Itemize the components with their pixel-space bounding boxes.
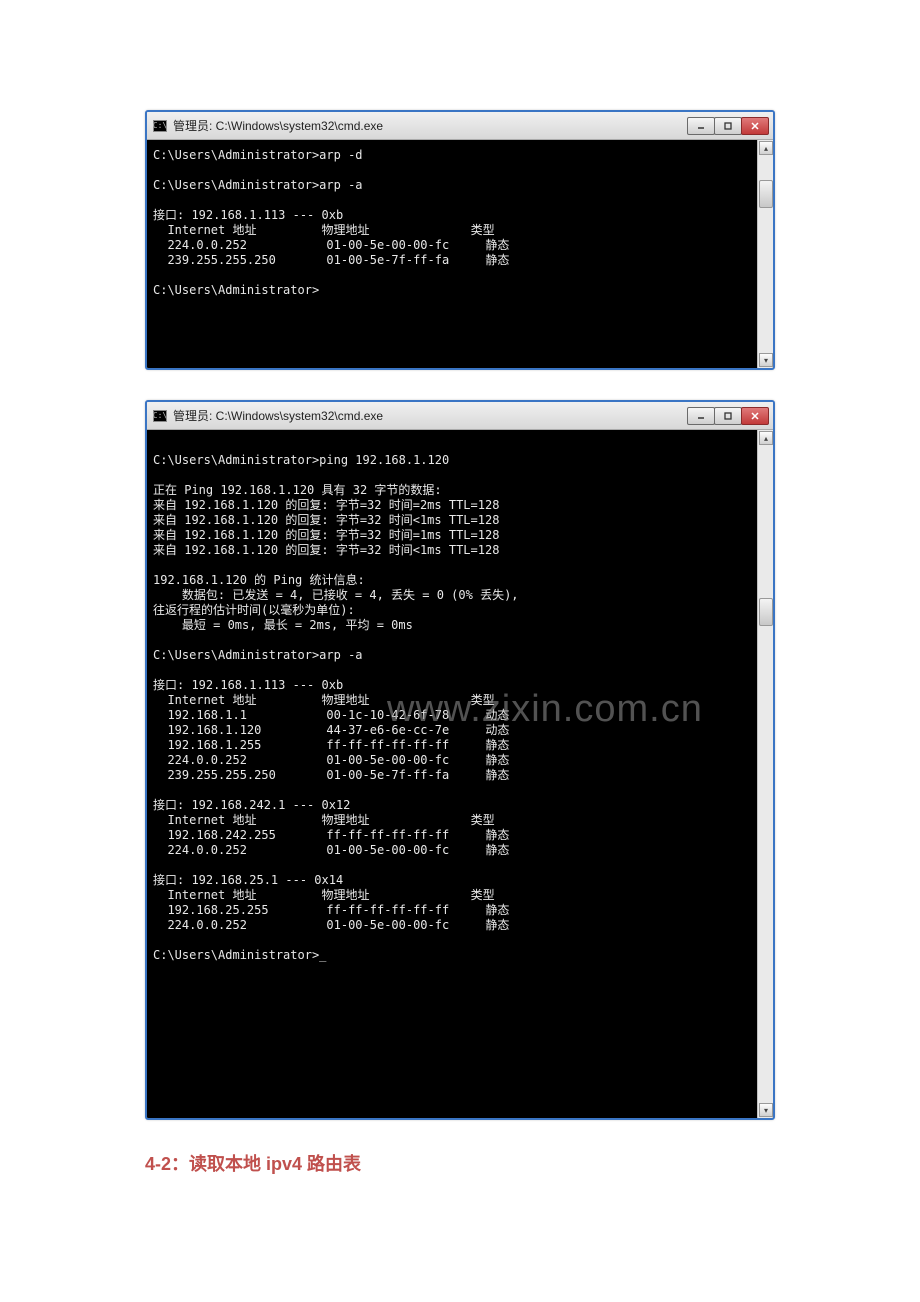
close-button[interactable]	[741, 407, 769, 425]
minimize-button[interactable]	[687, 117, 715, 135]
scroll-up-button[interactable]: ▴	[759, 141, 773, 155]
window-title: 管理员: C:\Windows\system32\cmd.exe	[173, 117, 688, 134]
minimize-button[interactable]	[687, 407, 715, 425]
scroll-down-button[interactable]: ▾	[759, 353, 773, 367]
terminal-body: C:\Users\Administrator>ping 192.168.1.12…	[147, 430, 773, 1118]
terminal-body: C:\Users\Administrator>arp -d C:\Users\A…	[147, 140, 773, 368]
titlebar[interactable]: C:\ 管理员: C:\Windows\system32\cmd.exe	[147, 112, 773, 140]
window-title: 管理员: C:\Windows\system32\cmd.exe	[173, 407, 688, 424]
maximize-button[interactable]	[714, 117, 742, 135]
section-heading: 4-2：读取本地 ipv4 路由表	[145, 1150, 775, 1176]
cmd-icon: C:\	[153, 410, 167, 422]
scroll-thumb[interactable]	[759, 598, 773, 626]
maximize-button[interactable]	[714, 407, 742, 425]
cmd-window-1: C:\ 管理员: C:\Windows\system32\cmd.exe C:\…	[145, 110, 775, 370]
cmd-icon: C:\	[153, 120, 167, 132]
terminal-output: C:\Users\Administrator>arp -d C:\Users\A…	[153, 148, 753, 328]
scrollbar[interactable]: ▴ ▾	[757, 430, 773, 1118]
terminal-output: C:\Users\Administrator>ping 192.168.1.12…	[153, 438, 753, 993]
close-button[interactable]	[741, 117, 769, 135]
scrollbar[interactable]: ▴ ▾	[757, 140, 773, 368]
scroll-thumb[interactable]	[759, 180, 773, 208]
scroll-down-button[interactable]: ▾	[759, 1103, 773, 1117]
cmd-window-2: C:\ 管理员: C:\Windows\system32\cmd.exe C:\…	[145, 400, 775, 1120]
titlebar[interactable]: C:\ 管理员: C:\Windows\system32\cmd.exe	[147, 402, 773, 430]
window-buttons	[688, 117, 769, 135]
scroll-up-button[interactable]: ▴	[759, 431, 773, 445]
window-buttons	[688, 407, 769, 425]
